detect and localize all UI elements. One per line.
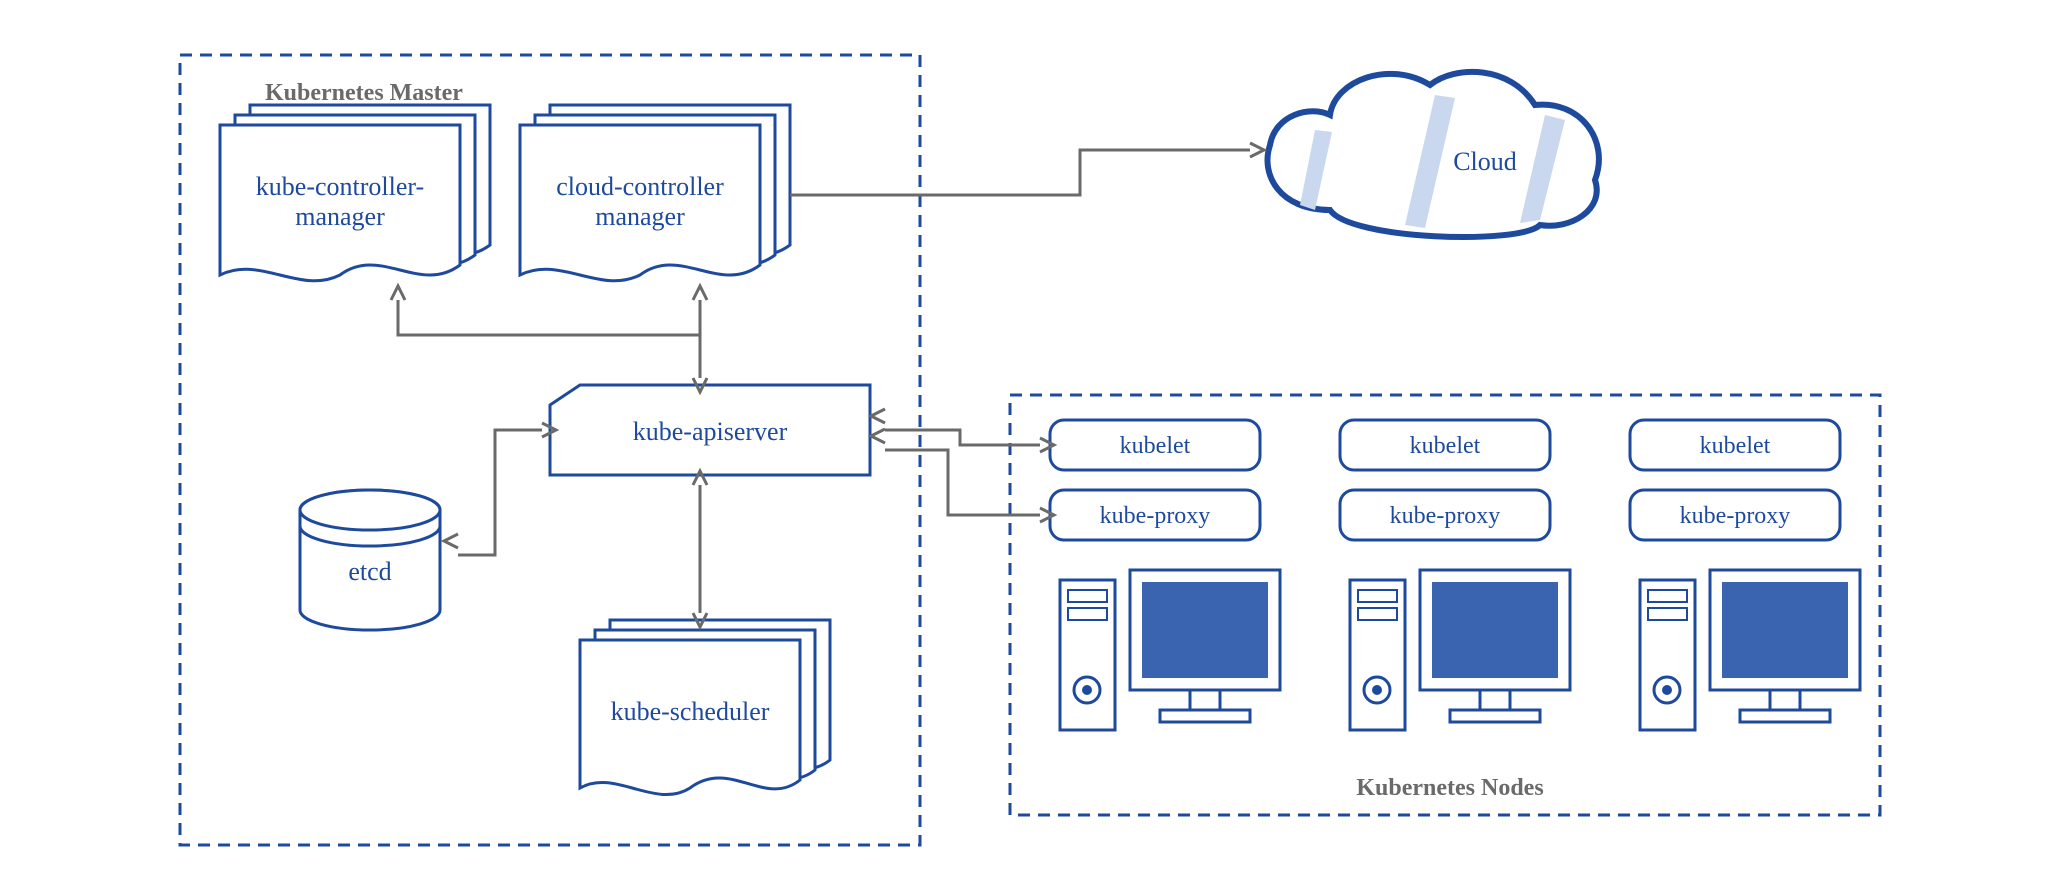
cloud-label: Cloud [1453,147,1517,176]
master-group-title: Kubernetes Master [265,80,463,106]
etcd-label: etcd [348,557,391,586]
kubernetes-architecture-diagram: Kubernetes Master kube-controller- manag… [0,0,2048,886]
arrow-apiserver-to-kubelet [871,409,1054,452]
node-kubelet-label: kubelet [1120,433,1191,459]
arrow-ccm-to-apiserver [693,286,707,378]
etcd-icon: etcd [300,490,440,630]
kube-controller-manager-label-2: manager [295,202,385,231]
arrow-apiserver-to-scheduler [693,471,707,627]
kube-controller-manager-icon: kube-controller- manager [220,105,490,281]
nodes-group-title: Kubernetes Nodes [1356,775,1543,801]
node-kube-proxy-label: kube-proxy [1100,503,1211,529]
node-kube-proxy-label: kube-proxy [1390,503,1501,529]
node-1: kubelet kube-proxy [1340,420,1570,730]
arrow-etcd-to-apiserver [444,423,556,555]
node-2: kubelet kube-proxy [1630,420,1860,730]
cloud-controller-manager-label-1: cloud-controller [556,172,724,201]
cloud-controller-manager-label-2: manager [595,202,685,231]
arrow-apiserver-to-kubeproxy [871,429,1054,522]
arrow-kcm-to-apiserver [391,286,707,392]
kube-scheduler-icon: kube-scheduler [580,620,830,795]
computer-icon [1060,570,1280,730]
node-kubelet-label: kubelet [1410,433,1481,459]
kube-apiserver-icon: kube-apiserver [550,385,870,475]
kube-controller-manager-label-1: kube-controller- [256,172,424,201]
kube-apiserver-label: kube-apiserver [633,417,788,446]
computer-icon [1350,570,1570,730]
cloud-icon: Cloud [1268,72,1599,237]
cloud-controller-manager-icon: cloud-controller manager [520,105,790,281]
node-kube-proxy-label: kube-proxy [1680,503,1791,529]
kube-scheduler-label: kube-scheduler [611,697,770,726]
node-0: kubelet kube-proxy [1050,420,1280,730]
arrow-ccm-to-cloud [790,143,1264,195]
node-kubelet-label: kubelet [1700,433,1771,459]
computer-icon [1640,570,1860,730]
